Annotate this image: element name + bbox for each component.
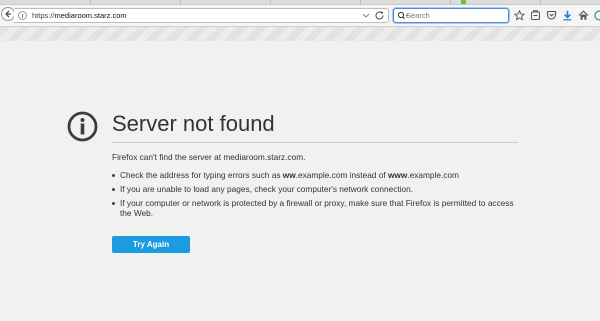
- tab[interactable]: [270, 0, 361, 4]
- reading-list-icon[interactable]: [530, 10, 541, 21]
- page-title: Server not found: [112, 111, 275, 136]
- search-box[interactable]: [393, 8, 509, 23]
- title-divider: [112, 142, 518, 143]
- download-icon[interactable]: [562, 10, 573, 21]
- tab[interactable]: [180, 0, 271, 4]
- back-button[interactable]: [1, 7, 15, 21]
- url-dropdown-icon[interactable]: [362, 11, 370, 20]
- list-item: If your computer or network is protected…: [112, 198, 522, 218]
- suggestions-list: Check the address for typing errors such…: [112, 170, 522, 222]
- back-arrow-icon: [5, 10, 11, 18]
- pocket-icon[interactable]: [546, 10, 557, 21]
- error-description: Firefox can't find the server at mediaro…: [112, 152, 306, 162]
- tab-favicon: [461, 0, 466, 4]
- url-text[interactable]: https://mediaroom.starz.com: [32, 10, 127, 21]
- home-icon[interactable]: [578, 10, 589, 21]
- reload-icon[interactable]: [374, 10, 386, 21]
- url-host: mediaroom.starz.com: [54, 11, 127, 20]
- try-again-button[interactable]: Try Again: [112, 236, 190, 253]
- search-input[interactable]: [406, 10, 501, 21]
- tab[interactable]: [90, 0, 181, 4]
- tab[interactable]: [0, 0, 91, 4]
- info-icon: [67, 111, 98, 142]
- site-info-icon[interactable]: [18, 11, 27, 20]
- address-bar[interactable]: https://mediaroom.starz.com: [14, 8, 389, 23]
- list-item: If you are unable to load any pages, che…: [112, 184, 522, 194]
- star-icon[interactable]: [514, 10, 525, 21]
- navigation-toolbar: https://mediaroom.starz.com: [0, 5, 600, 27]
- chat-icon[interactable]: [594, 10, 600, 21]
- error-banner-stripes: [0, 27, 600, 41]
- list-item: Check the address for typing errors such…: [112, 170, 522, 180]
- tab[interactable]: [360, 0, 451, 4]
- url-prefix: https://: [32, 11, 55, 20]
